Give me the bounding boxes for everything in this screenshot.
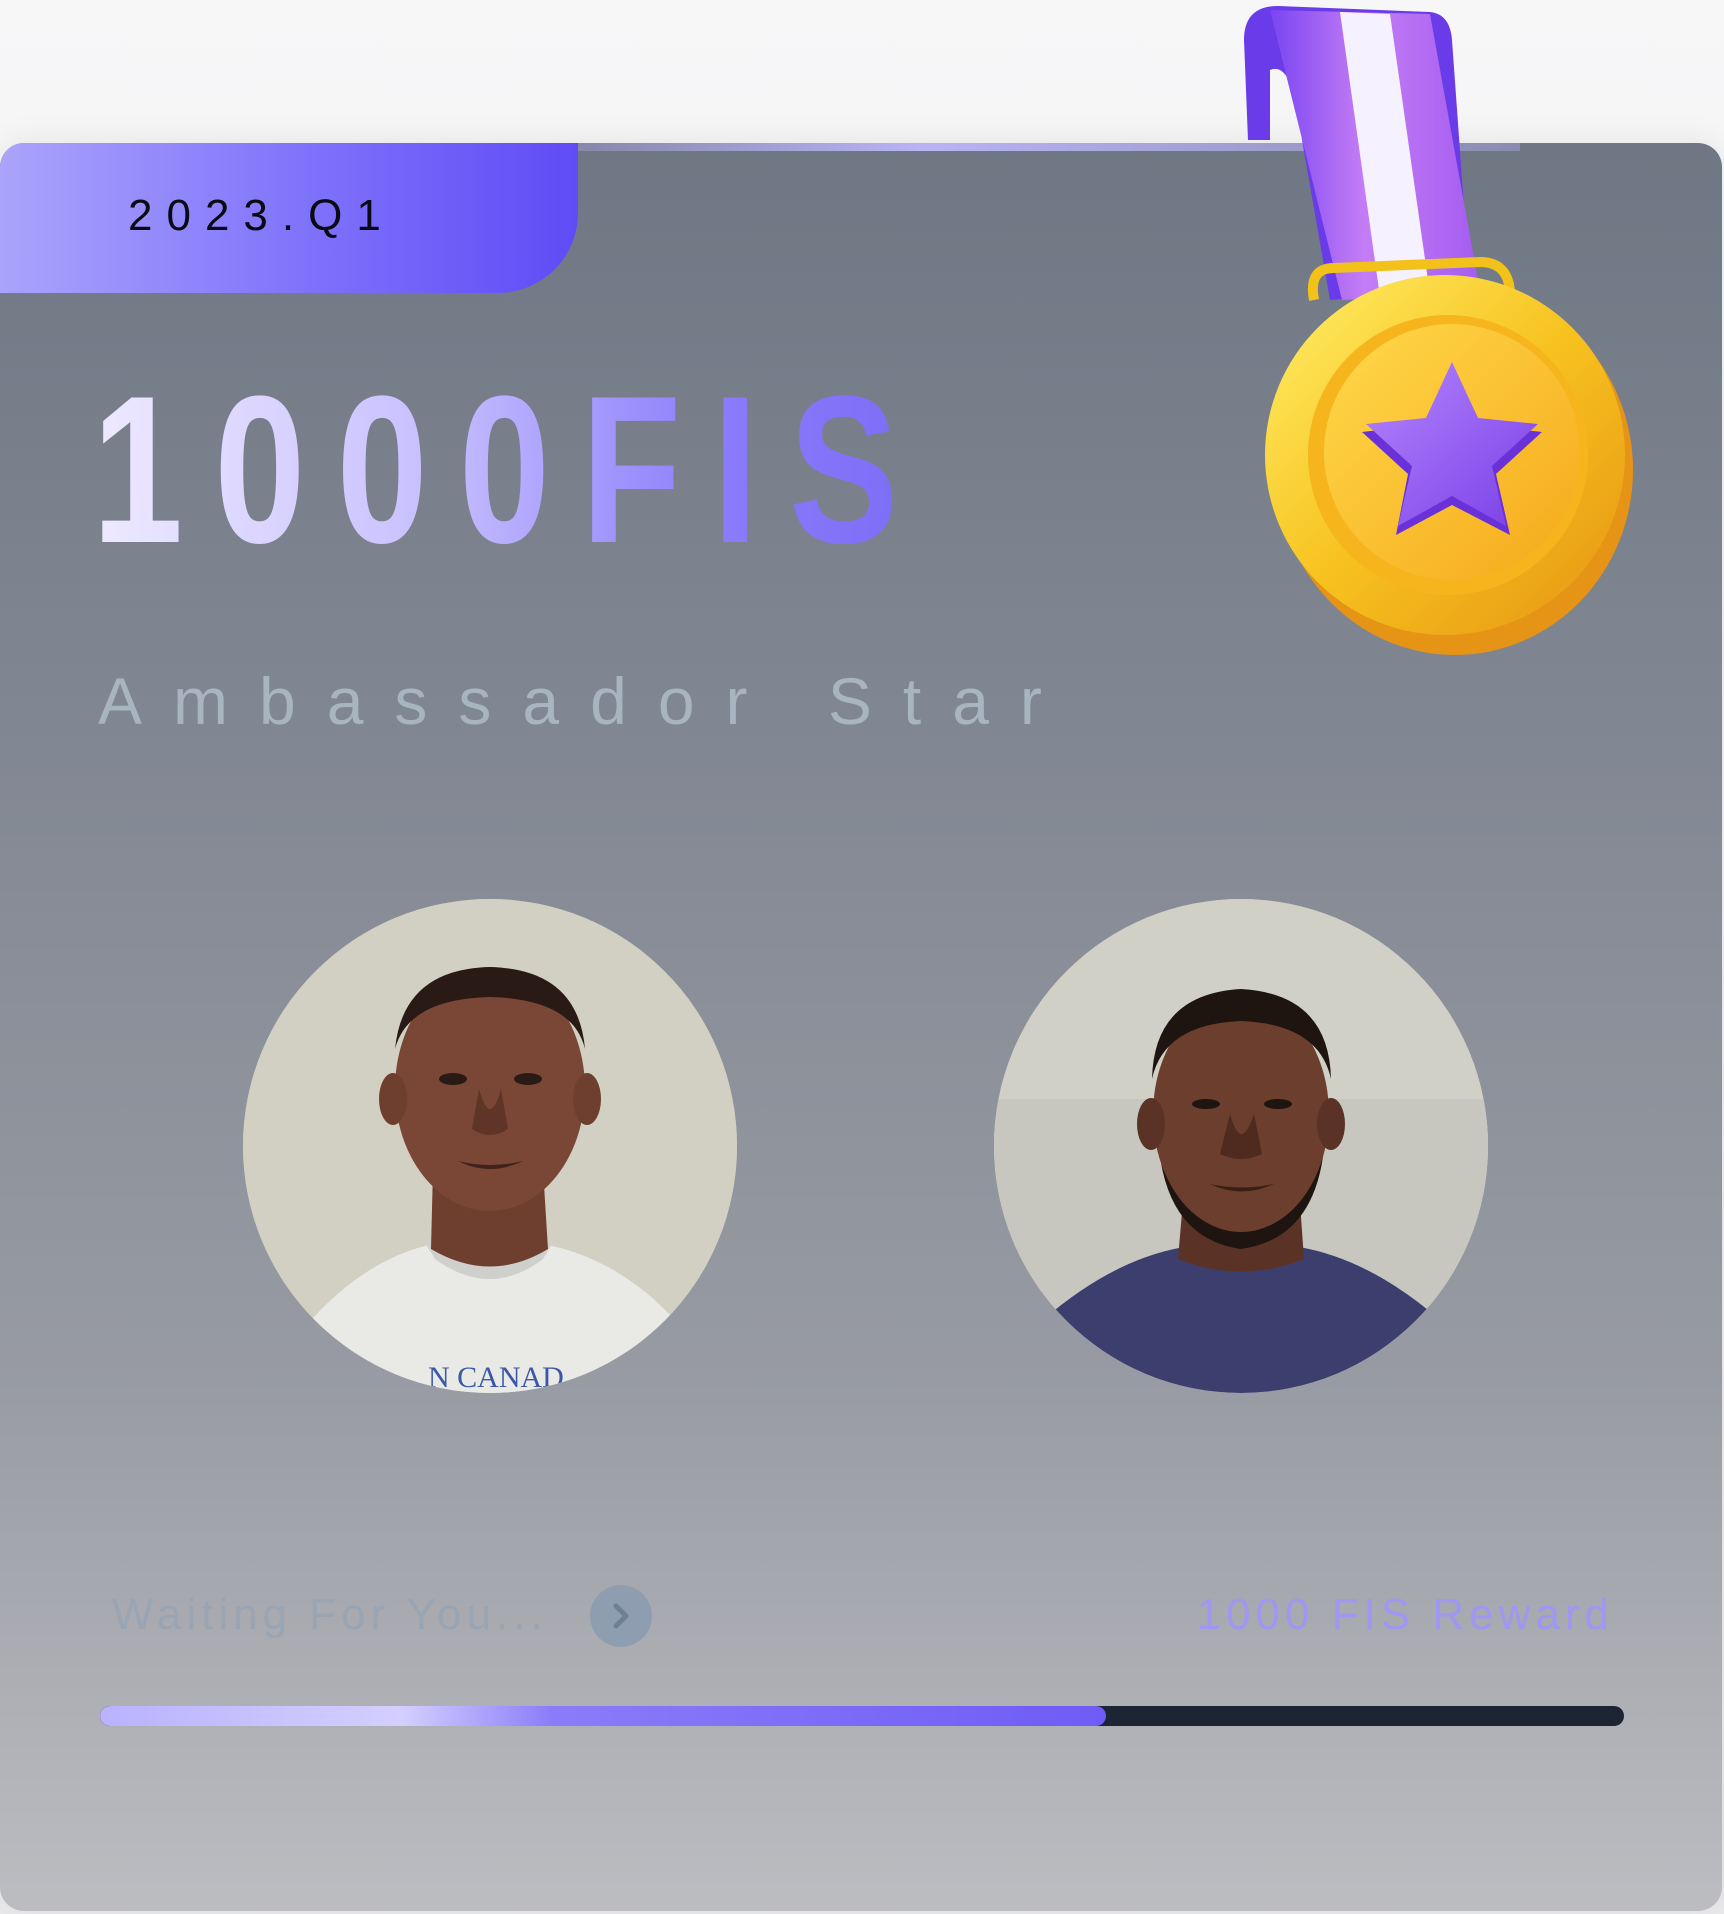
- reward-headline-text: 1000FIS: [92, 352, 930, 587]
- quarter-tab: 2023.Q1: [0, 143, 578, 293]
- person-photo-icon: [994, 899, 1488, 1393]
- svg-text:N CANAD: N CANAD: [428, 1361, 564, 1393]
- reward-progress-fill: [100, 1706, 1106, 1726]
- medal-star-icon: [1244, 6, 1633, 655]
- person-photo-icon: N CANAD: [243, 899, 737, 1393]
- reward-progress-bar: [100, 1706, 1624, 1726]
- quarter-label: 2023.Q1: [128, 191, 395, 240]
- ambassador-avatar-2[interactable]: [994, 899, 1488, 1393]
- waiting-go-button[interactable]: [590, 1585, 652, 1647]
- ambassador-avatar-1[interactable]: N CANAD: [243, 899, 737, 1393]
- reward-headline: 1000FIS: [92, 365, 930, 575]
- page: 2023.Q1 1000FIS Ambassador Star N CANAD …: [0, 0, 1724, 1914]
- waiting-label: Waiting For You...: [112, 1590, 548, 1639]
- card-subtitle: Ambassador Star: [98, 664, 1073, 738]
- reward-label: 1000 FIS Reward: [1196, 1590, 1614, 1639]
- chevron-right-icon: [613, 1603, 629, 1629]
